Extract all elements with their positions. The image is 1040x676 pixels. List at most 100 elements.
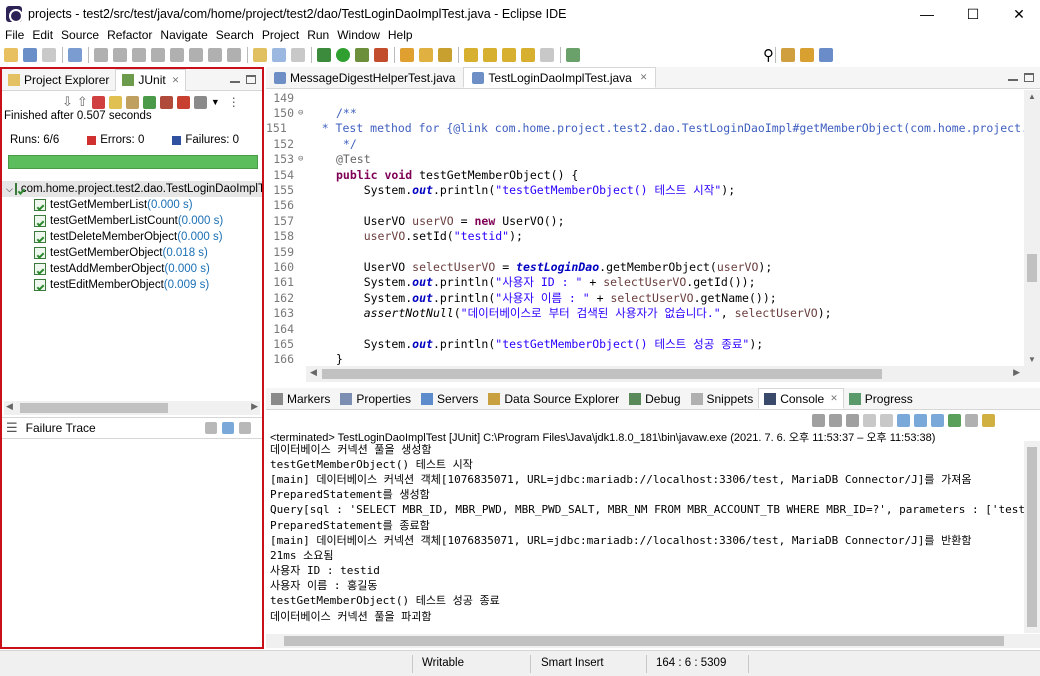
scroll-right-icon[interactable]: ▶ xyxy=(1013,367,1020,378)
stop-test-icon[interactable] xyxy=(176,95,190,109)
minimize-view-icon[interactable] xyxy=(230,81,240,83)
save-icon[interactable] xyxy=(23,48,37,62)
maximize-button[interactable]: ☐ xyxy=(950,0,996,28)
menu-file[interactable]: File xyxy=(0,28,27,42)
rerun-test-icon[interactable] xyxy=(142,95,156,109)
tab-console[interactable]: Console ✕ xyxy=(758,388,844,409)
menu-edit[interactable]: Edit xyxy=(27,28,56,42)
next-annotation-icon[interactable] xyxy=(464,48,478,62)
last-edit-icon[interactable] xyxy=(502,48,516,62)
coverage-icon[interactable] xyxy=(355,48,369,62)
save-all-icon[interactable] xyxy=(42,48,56,62)
test-history-icon[interactable] xyxy=(193,95,207,109)
show-skipped-icon[interactable] xyxy=(108,95,122,109)
console-output[interactable]: 데이터베이스 커넥션 풀을 생성함 testGetMemberObject() 테… xyxy=(266,441,1024,633)
tab-test-login-dao-impl-test[interactable]: TestLoginDaoImplTest.java ✕ xyxy=(463,67,657,88)
open-type-icon[interactable] xyxy=(400,48,414,62)
close-tab-icon[interactable]: ✕ xyxy=(640,72,648,83)
open-task-icon[interactable] xyxy=(419,48,433,62)
word-wrap-icon[interactable] xyxy=(897,413,910,427)
close-button[interactable]: ✕ xyxy=(996,0,1040,28)
suspend-icon[interactable] xyxy=(132,48,146,62)
scroll-up-icon[interactable]: ▲ xyxy=(1028,92,1036,101)
minimize-button[interactable]: — xyxy=(904,0,950,28)
next-failure-icon[interactable]: ⇩ xyxy=(62,94,73,110)
test-suite-row[interactable]: ⌵ com.home.project.test2.dao.TestLoginDa… xyxy=(2,181,262,197)
show-failures-only-icon[interactable] xyxy=(91,95,105,109)
display-console-icon[interactable] xyxy=(965,413,978,427)
open-perspective-icon[interactable] xyxy=(781,48,795,62)
close-tab-icon[interactable]: ✕ xyxy=(830,393,838,404)
tree-horizontal-scrollbar[interactable]: ◀ ▶ xyxy=(4,401,260,415)
menu-window[interactable]: Window xyxy=(332,28,383,42)
rerun-failed-first-icon[interactable] xyxy=(159,95,173,109)
close-tab-icon[interactable]: ✕ xyxy=(172,75,180,86)
clear-console-icon[interactable] xyxy=(863,413,876,427)
pin-editor-icon[interactable] xyxy=(566,48,580,62)
scroll-down-icon[interactable]: ▼ xyxy=(1028,355,1036,364)
test-case-row[interactable]: testEditMemberObject (0.009 s) xyxy=(2,277,262,293)
show-on-output-icon[interactable] xyxy=(914,413,927,427)
editor-horizontal-scrollbar[interactable]: ◀ ▶ xyxy=(306,366,1040,382)
resume-icon[interactable] xyxy=(113,48,127,62)
step-into-icon[interactable] xyxy=(189,48,203,62)
tab-project-explorer[interactable]: Project Explorer xyxy=(2,70,115,90)
test-case-row[interactable]: testDeleteMemberObject (0.000 s) xyxy=(2,229,262,245)
scrollbar-thumb[interactable] xyxy=(1027,254,1037,282)
scroll-left-icon[interactable]: ◀ xyxy=(6,401,13,412)
menu-navigate[interactable]: Navigate xyxy=(155,28,210,42)
scrollbar-thumb[interactable] xyxy=(20,403,168,413)
java-perspective-icon[interactable] xyxy=(819,48,833,62)
scrollbar-thumb[interactable] xyxy=(1027,447,1037,627)
menu-source[interactable]: Source xyxy=(56,28,102,42)
search-icon[interactable]: ⚲ xyxy=(763,46,774,64)
tab-servers[interactable]: Servers xyxy=(416,388,483,409)
test-case-row[interactable]: testAddMemberObject (0.000 s) xyxy=(2,261,262,277)
scrollbar-thumb[interactable] xyxy=(322,369,882,379)
scrollbar-thumb[interactable] xyxy=(284,636,1004,646)
menu-refactor[interactable]: Refactor xyxy=(102,28,155,42)
run-icon[interactable] xyxy=(336,48,350,62)
test-case-row[interactable]: testGetMemberListCount (0.000 s) xyxy=(2,213,262,229)
back-icon[interactable] xyxy=(521,48,535,62)
terminate-icon[interactable] xyxy=(151,48,165,62)
step-over-icon[interactable] xyxy=(208,48,222,62)
java-ee-perspective-icon[interactable] xyxy=(800,48,814,62)
show-on-error-icon[interactable] xyxy=(931,413,944,427)
menu-run[interactable]: Run xyxy=(302,28,332,42)
menu-search[interactable]: Search xyxy=(211,28,257,42)
show-whitespace-icon[interactable] xyxy=(291,48,305,62)
tab-snippets[interactable]: Snippets xyxy=(686,388,759,409)
tab-progress[interactable]: Progress xyxy=(844,388,918,409)
compare-result-icon[interactable] xyxy=(205,422,217,434)
open-console-icon[interactable] xyxy=(982,413,995,427)
step-return-icon[interactable] xyxy=(227,48,241,62)
highlight-icon[interactable] xyxy=(253,48,267,62)
chevron-down-icon[interactable]: ⌵ xyxy=(6,184,13,195)
tab-properties[interactable]: Properties xyxy=(335,388,416,409)
copy-trace-icon[interactable] xyxy=(239,422,251,434)
console-vertical-scrollbar[interactable] xyxy=(1024,441,1040,633)
skip-breakpoints-icon[interactable] xyxy=(94,48,108,62)
external-tools-icon[interactable] xyxy=(374,48,388,62)
terminal-icon[interactable] xyxy=(68,48,82,62)
history-dropdown-icon[interactable]: ▼ xyxy=(211,97,220,107)
view-menu-icon[interactable]: ⋮ xyxy=(228,95,240,109)
scroll-right-icon[interactable]: ▶ xyxy=(251,401,258,412)
menu-help[interactable]: Help xyxy=(383,28,416,42)
menu-project[interactable]: Project xyxy=(257,28,302,42)
test-case-row[interactable]: testGetMemberList (0.000 s) xyxy=(2,197,262,213)
forward-icon[interactable] xyxy=(540,48,554,62)
scroll-lock-icon[interactable] xyxy=(880,413,893,427)
maximize-view-icon[interactable] xyxy=(1024,73,1034,82)
scroll-lock-icon[interactable] xyxy=(125,95,139,109)
tab-junit[interactable]: JUnit ✕ xyxy=(115,68,187,91)
debug-icon[interactable] xyxy=(317,48,331,62)
filter-stack-icon[interactable] xyxy=(222,422,234,434)
remove-all-icon[interactable] xyxy=(846,413,859,427)
new-icon[interactable] xyxy=(4,48,18,62)
scroll-left-icon[interactable]: ◀ xyxy=(310,367,317,378)
tab-debug[interactable]: Debug xyxy=(624,388,685,409)
remove-launch-icon[interactable] xyxy=(829,413,842,427)
editor-vertical-scrollbar[interactable]: ▲ ▼ xyxy=(1024,90,1040,366)
